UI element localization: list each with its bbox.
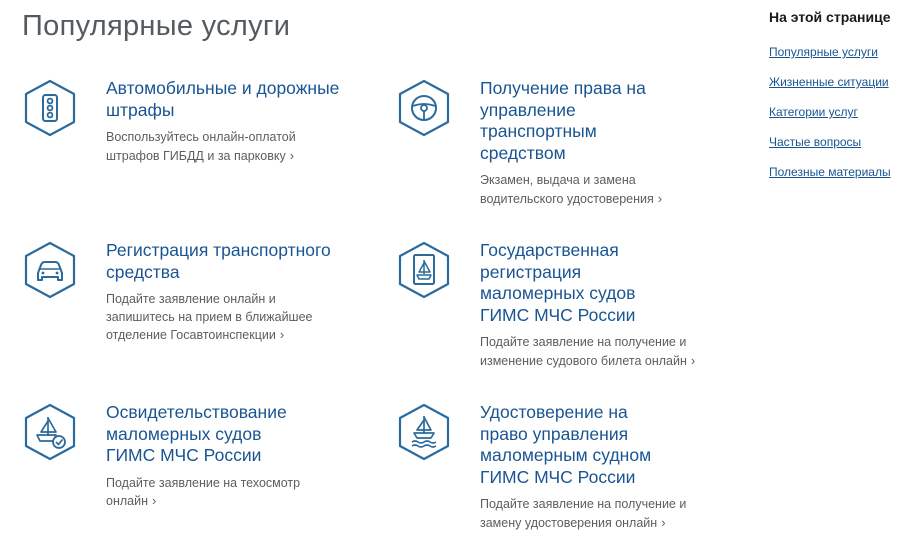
service-title-link[interactable]: Получение права на управление транспортн…	[480, 78, 660, 164]
service-title-link[interactable]: Государственная регистрация маломерных с…	[480, 240, 670, 326]
chevron-right-icon: ›	[289, 147, 295, 163]
sidebar-title: На этой странице	[769, 9, 891, 25]
traffic-light-icon	[22, 78, 78, 138]
chevron-right-icon: ›	[661, 514, 666, 530]
service-title-link[interactable]: Удостоверение на право управления маломе…	[480, 402, 680, 488]
service-description[interactable]: Подайте заявление на техосмотр онлайн ›	[106, 475, 316, 511]
chevron-right-icon: ›	[690, 352, 696, 368]
boat-check-icon	[22, 402, 78, 462]
service-description[interactable]: Подайте заявление онлайн и запишитесь на…	[106, 291, 321, 345]
anchor-link-service-categories[interactable]: Категории услуг	[769, 105, 904, 120]
chevron-right-icon: ›	[152, 493, 157, 508]
car-icon	[22, 240, 78, 300]
steering-wheel-icon	[396, 78, 452, 138]
service-description[interactable]: Подайте заявление на получение и изменен…	[480, 334, 705, 370]
anchor-link-useful-materials[interactable]: Полезные материалы	[769, 165, 904, 180]
service-description[interactable]: Подайте заявление на получение и замену …	[480, 496, 705, 532]
chevron-right-icon: ›	[657, 190, 663, 206]
service-title-link[interactable]: Автомобильные и дорожные штрафы	[106, 78, 346, 121]
service-description[interactable]: Воспользуйтесь онлайн-оплатой штрафов ГИ…	[106, 129, 346, 165]
page-title: Популярные услуги	[22, 10, 291, 42]
anchor-link-life-situations[interactable]: Жизненные ситуации	[769, 75, 904, 90]
service-title-link[interactable]: Освидетельствование маломерных судов ГИМ…	[106, 402, 306, 467]
service-description[interactable]: Экзамен, выдача и замена водительского у…	[480, 172, 670, 208]
anchor-link-popular-services[interactable]: Популярные услуги	[769, 45, 904, 60]
boat-waves-icon	[396, 402, 452, 462]
page-anchor-nav: На этой странице Популярные услуги Жизне…	[769, 9, 904, 195]
service-title-link[interactable]: Регистрация транспортного средства	[106, 240, 336, 283]
boat-document-icon	[396, 240, 452, 300]
chevron-right-icon: ›	[279, 327, 285, 342]
anchor-link-faq[interactable]: Частые вопросы	[769, 135, 904, 150]
